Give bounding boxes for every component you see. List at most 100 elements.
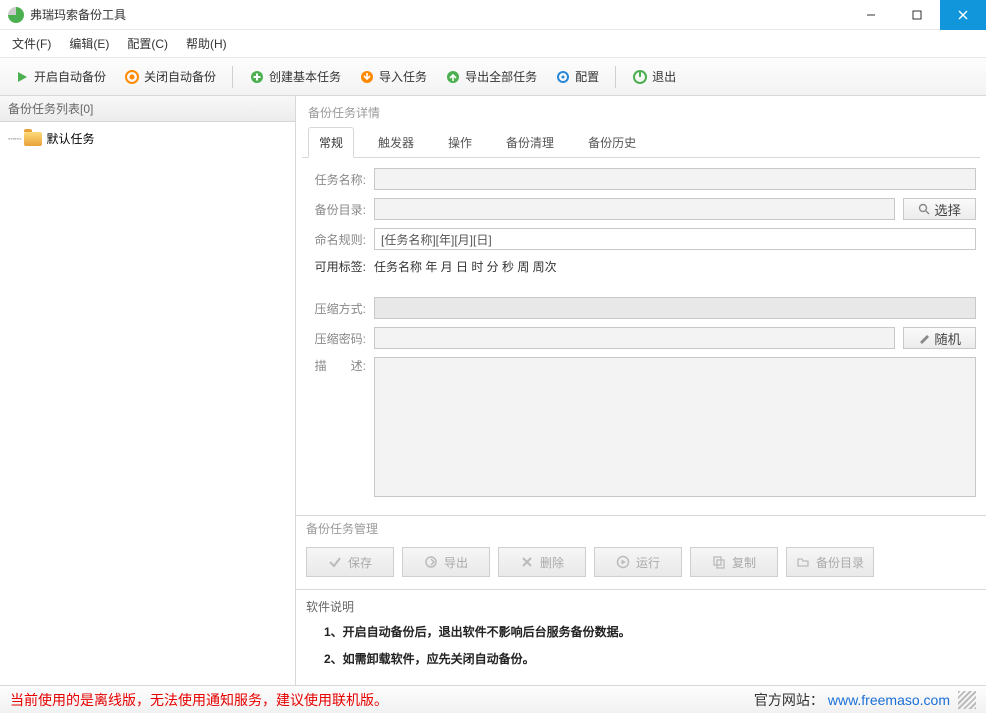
label-desc: 描 述: bbox=[306, 357, 366, 374]
delete-label: 删除 bbox=[540, 554, 564, 571]
folder-icon bbox=[24, 132, 42, 146]
detail-tabs: 常规 触发器 操作 备份清理 备份历史 bbox=[302, 127, 980, 158]
copy-button[interactable]: 复制 bbox=[690, 547, 778, 577]
play-icon bbox=[14, 69, 30, 85]
copy-icon bbox=[712, 555, 726, 569]
sidebar-header: 备份任务列表[0] bbox=[0, 96, 295, 122]
status-offline-text: 当前使用的是离线版，无法使用通知服务，建议使用联机版。 bbox=[10, 690, 388, 710]
toolbar-export-all[interactable]: 导出全部任务 bbox=[439, 64, 543, 89]
delete-button[interactable]: 删除 bbox=[498, 547, 586, 577]
minimize-button[interactable] bbox=[848, 0, 894, 30]
label-avail-tags: 可用标签: bbox=[306, 258, 366, 275]
check-icon bbox=[328, 555, 342, 569]
toolbar-exit-label: 退出 bbox=[652, 68, 676, 85]
app-icon bbox=[8, 7, 24, 23]
toolbar-settings-label: 配置 bbox=[575, 68, 599, 85]
toolbar-stop-label: 关闭自动备份 bbox=[144, 68, 216, 85]
backup-dir-button[interactable]: 备份目录 bbox=[786, 547, 874, 577]
export-button[interactable]: 导出 bbox=[402, 547, 490, 577]
tab-general[interactable]: 常规 bbox=[308, 127, 354, 158]
tab-action[interactable]: 操作 bbox=[438, 128, 482, 157]
random-btn-label: 随机 bbox=[934, 329, 961, 348]
backup-dir-input[interactable] bbox=[374, 198, 895, 220]
main-area: 备份任务列表[0] ┄┄ 默认任务 备份任务详情 常规 触发器 操作 备份清理 … bbox=[0, 96, 986, 685]
task-name-input[interactable] bbox=[374, 168, 976, 190]
import-icon bbox=[359, 69, 375, 85]
search-icon bbox=[918, 203, 930, 215]
copy-label: 复制 bbox=[732, 554, 756, 571]
menu-config[interactable]: 配置(C) bbox=[127, 35, 168, 52]
status-site-link[interactable]: www.freemaso.com bbox=[828, 692, 950, 708]
stop-icon bbox=[124, 69, 140, 85]
detail-panel: 备份任务详情 常规 触发器 操作 备份清理 备份历史 任务名称: 备份目录: 选… bbox=[296, 96, 986, 685]
close-button[interactable] bbox=[940, 0, 986, 30]
label-compress-pwd: 压缩密码: bbox=[306, 330, 366, 347]
instr-title: 软件说明 bbox=[306, 598, 976, 615]
save-label: 保存 bbox=[348, 554, 372, 571]
menubar: 文件(F) 编辑(E) 配置(C) 帮助(H) bbox=[0, 30, 986, 58]
toolbar: 开启自动备份 关闭自动备份 创建基本任务 导入任务 导出全部任务 配置 退出 bbox=[0, 58, 986, 96]
tree-connector: ┄┄ bbox=[8, 132, 20, 146]
resize-grip[interactable] bbox=[958, 691, 976, 709]
instr-line-2: 2、如需卸载软件，应先关闭自动备份。 bbox=[324, 650, 976, 667]
play-circle-icon bbox=[616, 555, 630, 569]
menu-file[interactable]: 文件(F) bbox=[12, 35, 51, 52]
pencil-icon bbox=[918, 332, 930, 344]
label-backup-dir: 备份目录: bbox=[306, 201, 366, 218]
label-task-name: 任务名称: bbox=[306, 171, 366, 188]
toolbar-export-label: 导出全部任务 bbox=[465, 68, 537, 85]
toolbar-create-label: 创建基本任务 bbox=[269, 68, 341, 85]
tab-history[interactable]: 备份历史 bbox=[578, 128, 646, 157]
select-dir-button[interactable]: 选择 bbox=[903, 198, 976, 220]
toolbar-create-task[interactable]: 创建基本任务 bbox=[243, 64, 347, 89]
export-arrow-icon bbox=[424, 555, 438, 569]
toolbar-start-auto-backup[interactable]: 开启自动备份 bbox=[8, 64, 112, 89]
toolbar-sep bbox=[615, 66, 616, 88]
maximize-button[interactable] bbox=[894, 0, 940, 30]
toolbar-settings[interactable]: 配置 bbox=[549, 64, 605, 89]
save-button[interactable]: 保存 bbox=[306, 547, 394, 577]
toolbar-import-label: 导入任务 bbox=[379, 68, 427, 85]
description-textarea[interactable] bbox=[374, 357, 976, 497]
titlebar: 弗瑞玛索备份工具 bbox=[0, 0, 986, 30]
toolbar-import-task[interactable]: 导入任务 bbox=[353, 64, 433, 89]
general-form: 任务名称: 备份目录: 选择 命名规则: 可用标签: 任务名称 年 月 日 时 … bbox=[296, 158, 986, 515]
task-management: 备份任务管理 保存 导出 删除 运行 复制 备份目录 bbox=[296, 515, 986, 589]
name-rule-input[interactable] bbox=[374, 228, 976, 250]
detail-group-title: 备份任务详情 bbox=[302, 102, 980, 123]
sidebar: 备份任务列表[0] ┄┄ 默认任务 bbox=[0, 96, 296, 685]
gear-icon bbox=[555, 69, 571, 85]
create-task-icon bbox=[249, 69, 265, 85]
toolbar-start-label: 开启自动备份 bbox=[34, 68, 106, 85]
export-label: 导出 bbox=[444, 554, 468, 571]
run-label: 运行 bbox=[636, 554, 660, 571]
compress-pwd-input[interactable] bbox=[374, 327, 895, 349]
tab-cleanup[interactable]: 备份清理 bbox=[496, 128, 564, 157]
exit-icon bbox=[632, 69, 648, 85]
tree-item-default-task[interactable]: ┄┄ 默认任务 bbox=[8, 128, 287, 149]
statusbar: 当前使用的是离线版，无法使用通知服务，建议使用联机版。 官方网站： www.fr… bbox=[0, 685, 986, 713]
toolbar-stop-auto-backup[interactable]: 关闭自动备份 bbox=[118, 64, 222, 89]
software-instructions: 软件说明 1、开启自动备份后，退出软件不影响后台服务备份数据。 2、如需卸载软件… bbox=[296, 589, 986, 685]
random-pwd-button[interactable]: 随机 bbox=[903, 327, 976, 349]
menu-help[interactable]: 帮助(H) bbox=[186, 35, 227, 52]
export-icon bbox=[445, 69, 461, 85]
avail-tags-text: 任务名称 年 月 日 时 分 秒 周 周次 bbox=[374, 258, 557, 275]
tab-trigger[interactable]: 触发器 bbox=[368, 128, 424, 157]
label-compress-mode: 压缩方式: bbox=[306, 300, 366, 317]
mgmt-title: 备份任务管理 bbox=[296, 516, 986, 541]
run-button[interactable]: 运行 bbox=[594, 547, 682, 577]
instr-line-1: 1、开启自动备份后，退出软件不影响后台服务备份数据。 bbox=[324, 623, 976, 640]
compress-mode-select[interactable] bbox=[374, 297, 976, 319]
x-icon bbox=[520, 555, 534, 569]
toolbar-exit[interactable]: 退出 bbox=[626, 64, 682, 89]
select-btn-label: 选择 bbox=[934, 200, 961, 219]
folder-outline-icon bbox=[796, 555, 810, 569]
task-tree[interactable]: ┄┄ 默认任务 bbox=[0, 122, 295, 685]
label-name-rule: 命名规则: bbox=[306, 231, 366, 248]
backup-dir-label: 备份目录 bbox=[816, 554, 864, 571]
menu-edit[interactable]: 编辑(E) bbox=[69, 35, 109, 52]
tree-item-label: 默认任务 bbox=[46, 130, 94, 147]
toolbar-sep bbox=[232, 66, 233, 88]
window-title: 弗瑞玛索备份工具 bbox=[30, 6, 126, 23]
